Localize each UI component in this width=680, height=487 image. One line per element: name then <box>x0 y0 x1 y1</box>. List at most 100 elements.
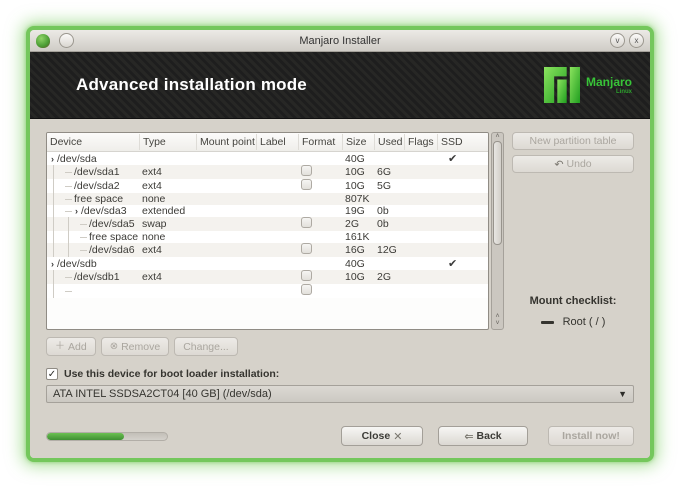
column-header-label[interactable]: Label <box>256 134 298 150</box>
table-body: ›/dev/sda40G✔/dev/sda1ext410G6G/dev/sda2… <box>47 152 488 298</box>
format-cell <box>298 243 342 257</box>
column-header-device[interactable]: Device <box>47 134 139 150</box>
undo-label: Undo <box>567 158 592 170</box>
remove-label: Remove <box>121 341 160 353</box>
type-cell: none <box>139 193 196 205</box>
new-partition-table-label: New partition table <box>530 135 617 147</box>
table-row-dev-sda3[interactable]: ›/dev/sda3extended19G0b <box>47 205 488 217</box>
page-title: Advanced installation mode <box>76 75 307 95</box>
table-scrollbar[interactable]: ˄ ˄ ˅ <box>491 132 504 330</box>
page-header: Advanced installation mode Manjaro Linux <box>30 52 650 119</box>
close-window-button[interactable]: x <box>629 33 644 48</box>
column-header-flags[interactable]: Flags <box>404 134 437 150</box>
tree-guide <box>53 165 65 179</box>
device-label: /dev/sda2 <box>74 180 120 192</box>
format-cell <box>298 217 342 231</box>
tree-guide <box>53 270 65 284</box>
tree-guide <box>53 205 65 217</box>
table-row-free-space[interactable]: free spacenone807K <box>47 193 488 205</box>
table-row-dev-sda[interactable]: ›/dev/sda40G✔ <box>47 152 488 165</box>
device-label: /dev/sda5 <box>89 218 135 230</box>
progress-fill <box>47 433 124 440</box>
column-header-type[interactable]: Type <box>139 134 196 150</box>
table-row-dev-sdb[interactable]: ›/dev/sdb 40G ✔ <box>47 257 488 270</box>
change-button[interactable]: Change... <box>174 337 238 356</box>
format-checkbox[interactable] <box>301 179 312 190</box>
device-cell: /dev/sda6 <box>47 243 139 257</box>
type-cell: ext4 <box>139 244 196 256</box>
format-cell <box>298 165 342 179</box>
device-cell: /dev/sda1 <box>47 165 139 179</box>
device-cell: ›/dev/sda3 <box>47 205 139 217</box>
tree-guide <box>53 231 65 243</box>
column-header-format[interactable]: Format <box>298 134 342 150</box>
tree-connector <box>65 277 72 278</box>
close-label: Close <box>362 430 391 442</box>
ssd-cell: ✔ <box>437 257 488 270</box>
change-label: Change... <box>183 341 229 353</box>
size-cell: 40G <box>342 258 374 270</box>
expander-icon[interactable]: › <box>51 154 54 164</box>
table-header-row: DeviceTypeMount pointLabelFormatSizeUsed… <box>47 133 488 152</box>
ssd-cell: ✔ <box>437 152 488 165</box>
type-cell: swap <box>139 218 196 230</box>
table-row-dev-sda6[interactable]: /dev/sda6ext416G12G <box>47 243 488 257</box>
table-row-partial[interactable] <box>47 284 488 298</box>
expander-icon[interactable]: › <box>51 259 54 269</box>
window-title: Manjaro Installer <box>30 35 650 47</box>
table-row-dev-sda2[interactable]: /dev/sda2ext410G5G <box>47 179 488 193</box>
back-label: Back <box>477 430 502 442</box>
new-partition-table-button[interactable]: New partition table <box>512 132 634 150</box>
scroll-down-icon[interactable]: ˅ <box>495 321 499 327</box>
size-cell: 2G <box>342 218 374 230</box>
column-header-size[interactable]: Size <box>342 134 374 150</box>
scroll-up-icon[interactable]: ˄ <box>495 133 499 140</box>
tree-guide <box>53 193 65 205</box>
chevron-down-icon: ▼ <box>618 389 627 399</box>
type-cell: ext4 <box>139 180 196 192</box>
close-button[interactable]: Close ✕ <box>341 426 423 446</box>
menu-button[interactable] <box>59 33 74 48</box>
used-cell: 2G <box>374 271 404 283</box>
table-row-dev-sda5[interactable]: /dev/sda5swap2G0b <box>47 217 488 231</box>
mount-checklist: Mount checklist: Root ( / ) <box>512 295 634 330</box>
partition-table[interactable]: DeviceTypeMount pointLabelFormatSizeUsed… <box>46 132 489 330</box>
edit-buttons-row: ＋ Add ⊗ Remove Change... <box>46 337 634 356</box>
install-now-button[interactable]: Install now! <box>548 426 634 446</box>
manjaro-logo: Manjaro Linux <box>544 67 632 103</box>
undo-button[interactable]: ↶ Undo <box>512 155 634 173</box>
column-header-used[interactable]: Used <box>374 134 404 150</box>
column-header-mount-point[interactable]: Mount point <box>196 134 256 150</box>
boot-loader-checkbox[interactable]: ✓ <box>46 368 58 380</box>
ssd-checkmark-icon: ✔ <box>440 153 457 165</box>
tree-connector <box>65 172 72 173</box>
titlebar[interactable]: Manjaro Installer v x <box>30 30 650 52</box>
size-cell: 19G <box>342 205 374 217</box>
device-cell: /dev/sda2 <box>47 179 139 193</box>
format-checkbox[interactable] <box>301 270 312 281</box>
scrollbar-thumb[interactable] <box>493 141 502 245</box>
column-header-ssd[interactable]: SSD <box>437 134 488 150</box>
table-row-free-space[interactable]: free spacenone161K <box>47 231 488 243</box>
footer-row: Close ✕ ⇐ Back Install now! <box>46 426 634 446</box>
format-checkbox[interactable] <box>301 217 312 228</box>
mount-checklist-item: Root ( / ) <box>512 316 634 328</box>
format-checkbox[interactable] <box>301 243 312 254</box>
remove-button[interactable]: ⊗ Remove <box>101 337 170 356</box>
table-row-dev-sdb1[interactable]: /dev/sdb1ext410G2G <box>47 270 488 284</box>
expander-icon[interactable]: › <box>75 206 78 216</box>
format-checkbox[interactable] <box>301 284 312 295</box>
back-button[interactable]: ⇐ Back <box>438 426 528 446</box>
tree-guide <box>68 217 80 231</box>
format-checkbox[interactable] <box>301 165 312 176</box>
table-row-dev-sda1[interactable]: /dev/sda1ext410G6G <box>47 165 488 179</box>
add-label: Add <box>68 341 87 353</box>
boot-device-select[interactable]: ATA INTEL SSDSA2CT04 [40 GB] (/dev/sda) … <box>46 385 634 403</box>
add-button[interactable]: ＋ Add <box>46 337 96 356</box>
app-icon[interactable] <box>36 34 50 48</box>
device-cell: ›/dev/sdb <box>47 257 139 270</box>
mount-checklist-title: Mount checklist: <box>512 295 634 307</box>
used-cell: 0b <box>374 205 404 217</box>
shade-button[interactable]: v <box>610 33 625 48</box>
close-icon: ✕ <box>393 430 402 443</box>
